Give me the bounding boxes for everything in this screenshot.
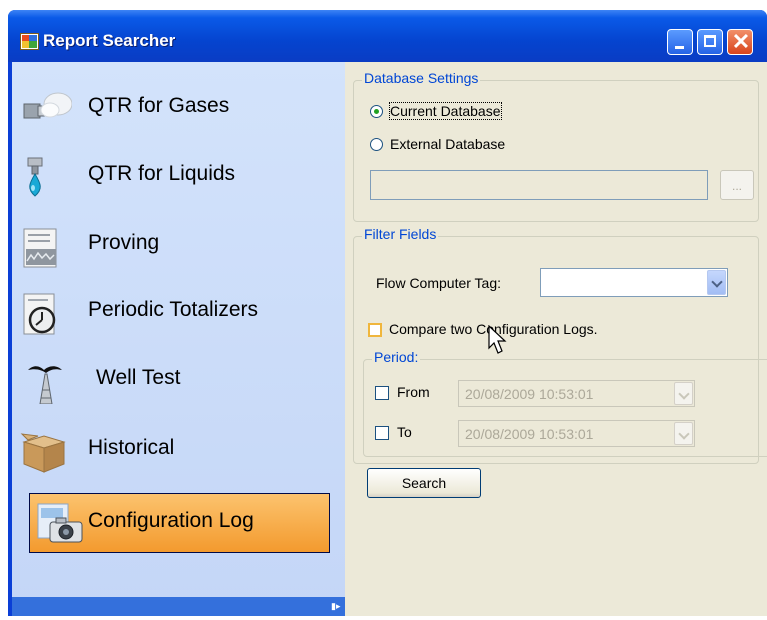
sidebar-item-label: QTR for Liquids xyxy=(88,162,236,185)
minimize-button[interactable] xyxy=(667,29,693,55)
search-panel: Database Settings Current Database Exter… xyxy=(345,62,767,616)
sidebar-item-label: Configuration Log xyxy=(88,509,254,532)
close-icon: ✕ xyxy=(731,29,751,54)
window-title: Report Searcher xyxy=(43,31,176,50)
sidebar-item-label: Periodic Totalizers xyxy=(88,298,259,321)
clock-icon xyxy=(23,293,56,335)
to-date-picker[interactable]: 20/08/2009 10:53:01 xyxy=(458,420,695,447)
proving-chart-icon xyxy=(23,228,57,268)
sidebar-item-proving[interactable]: Proving xyxy=(12,217,345,273)
chevron-down-icon[interactable] xyxy=(707,270,726,295)
mouse-pointer-icon xyxy=(488,325,507,354)
sidebar: QTR for Gases QTR for Liquids Proving Pe… xyxy=(12,62,345,616)
browse-button[interactable]: ... xyxy=(720,170,754,200)
sidebar-item-label: Proving xyxy=(88,231,160,254)
resize-grip-icon[interactable]: ▮▸ xyxy=(331,601,341,611)
current-database-label[interactable]: Current Database xyxy=(389,102,502,120)
sidebar-item-historical[interactable]: Historical xyxy=(12,422,345,478)
from-checkbox[interactable] xyxy=(375,386,389,400)
sidebar-item-periodic-totalizers[interactable]: Periodic Totalizers xyxy=(12,284,345,340)
minimize-icon xyxy=(675,46,684,49)
box-icon xyxy=(20,433,66,473)
gas-pipe-icon xyxy=(23,92,72,119)
sidebar-item-well-test[interactable]: Well Test xyxy=(12,352,345,408)
maximize-button[interactable] xyxy=(697,29,723,55)
sidebar-item-qtr-gases[interactable]: QTR for Gases xyxy=(12,80,345,136)
current-database-radio[interactable] xyxy=(370,105,383,118)
from-label[interactable]: From xyxy=(397,384,430,400)
close-button[interactable]: ✕ xyxy=(727,29,753,55)
to-date-value: 20/08/2009 10:53:01 xyxy=(465,426,594,442)
app-grid-icon xyxy=(20,33,39,50)
filter-fields-title: Filter Fields xyxy=(362,226,439,242)
sidebar-item-configuration-log[interactable]: Configuration Log xyxy=(29,493,330,553)
sidebar-item-label: Historical xyxy=(88,436,175,459)
flow-computer-tag-dropdown[interactable] xyxy=(540,268,728,297)
chevron-down-icon[interactable] xyxy=(674,422,693,445)
from-date-picker[interactable]: 20/08/2009 10:53:01 xyxy=(458,380,695,407)
sidebar-item-qtr-liquids[interactable]: QTR for Liquids xyxy=(12,148,345,204)
chevron-down-icon[interactable] xyxy=(674,382,693,405)
database-settings-title: Database Settings xyxy=(362,70,481,86)
database-path-field[interactable] xyxy=(370,170,708,200)
compare-configuration-logs-checkbox[interactable] xyxy=(368,323,382,337)
flow-computer-tag-label: Flow Computer Tag: xyxy=(376,275,502,291)
oil-well-icon xyxy=(28,366,62,404)
sidebar-item-label: Well Test xyxy=(96,366,181,389)
report-searcher-window: Report Searcher ✕ QTR for Gases QTR for … xyxy=(8,10,767,616)
external-database-label[interactable]: External Database xyxy=(390,136,505,152)
maximize-icon xyxy=(704,35,716,47)
sidebar-item-label: QTR for Gases xyxy=(88,94,230,117)
to-label[interactable]: To xyxy=(397,424,412,440)
external-database-radio[interactable] xyxy=(370,138,383,151)
camera-icon xyxy=(37,503,83,543)
title-bar[interactable]: Report Searcher ✕ xyxy=(8,10,767,62)
search-button[interactable]: Search xyxy=(367,468,481,498)
sidebar-footer: ▮▸ xyxy=(12,597,345,616)
to-checkbox[interactable] xyxy=(375,426,389,440)
period-title: Period: xyxy=(372,349,421,365)
liquid-drop-icon xyxy=(27,157,43,197)
from-date-value: 20/08/2009 10:53:01 xyxy=(465,386,594,402)
